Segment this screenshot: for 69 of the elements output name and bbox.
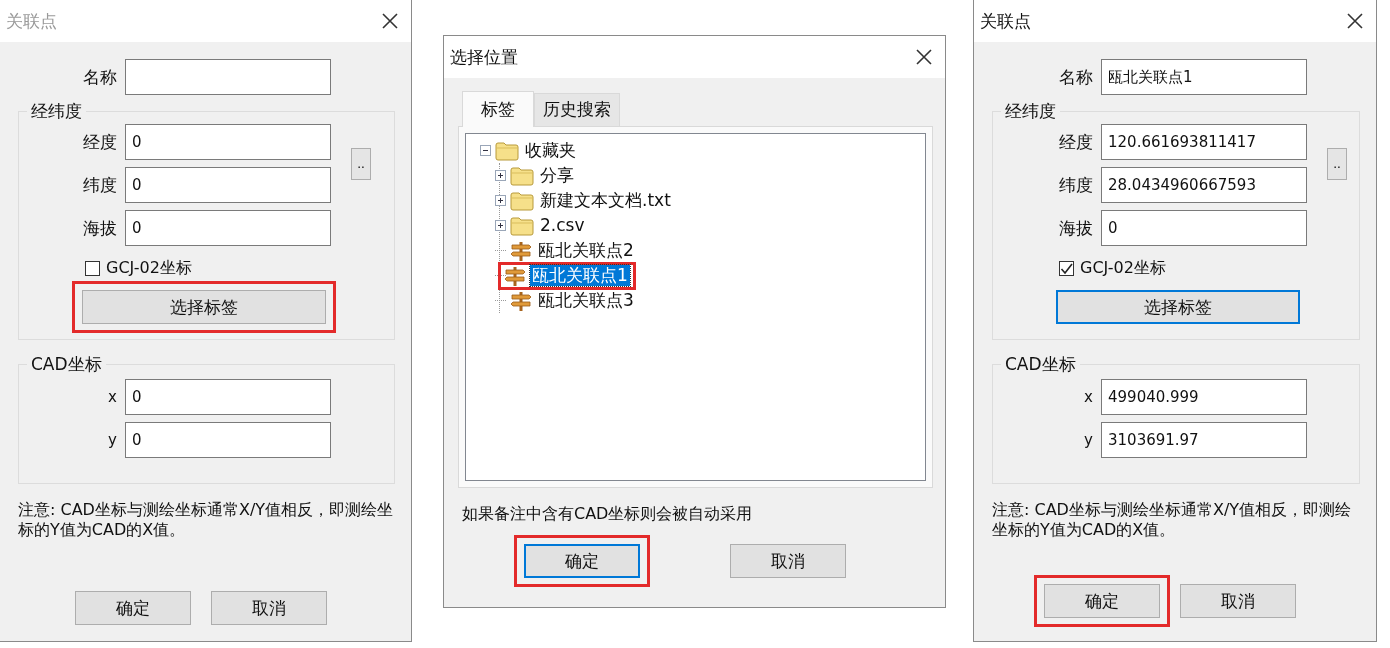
dialog-button[interactable]: 确定 xyxy=(1044,584,1160,618)
text-field[interactable]: 0 xyxy=(125,124,331,160)
close-button[interactable] xyxy=(381,12,399,30)
window-title: 关联点 xyxy=(980,9,1031,33)
folder-icon xyxy=(510,215,534,236)
signpost-icon xyxy=(510,239,532,262)
note-text: 如果备注中含有CAD坐标则会被自动采用 xyxy=(462,504,754,525)
checkbox-label: GCJ-02坐标 xyxy=(106,258,192,279)
note-text: 注意: CAD坐标与测绘坐标通常X/Y值相反，即测绘坐标的Y值为CAD的X值。 xyxy=(18,500,395,540)
tree-item[interactable]: 瓯北关联点1 xyxy=(530,265,630,286)
field-label: 海拔 xyxy=(82,216,117,240)
field-label: 纬度 xyxy=(1058,173,1093,197)
dialog-button[interactable]: 确定 xyxy=(524,544,640,578)
close-button[interactable] xyxy=(1346,12,1364,30)
folder-icon xyxy=(495,140,519,161)
text-field[interactable] xyxy=(125,59,331,95)
checkbox[interactable] xyxy=(1059,261,1074,276)
window-title: 关联点 xyxy=(6,9,57,33)
folder-icon xyxy=(510,190,534,211)
tree-item[interactable]: 2.csv xyxy=(538,215,587,236)
dialog-button[interactable]: 取消 xyxy=(1180,584,1296,618)
tab[interactable]: 历史搜索 xyxy=(534,93,620,126)
dialog-button[interactable]: 取消 xyxy=(730,544,846,578)
tree-item[interactable]: 瓯北关联点2 xyxy=(536,240,636,261)
checkbox-label: GCJ-02坐标 xyxy=(1080,258,1166,279)
tree-item[interactable]: 分享 xyxy=(538,165,576,186)
text-field[interactable]: 0 xyxy=(1101,210,1307,246)
folder-icon xyxy=(510,165,534,186)
text-field[interactable]: 0 xyxy=(125,210,331,246)
tree-item[interactable]: 收藏夹 xyxy=(523,140,578,161)
dialog-button[interactable]: 取消 xyxy=(210,591,327,625)
text-field[interactable]: 0 xyxy=(125,167,331,203)
tree-item[interactable]: 新建文本文档.txt xyxy=(538,190,673,211)
field-label: 名称 xyxy=(1058,65,1093,89)
note-text: 注意: CAD坐标与测绘坐标通常X/Y值相反，即测绘坐标的Y值为CAD的X值。 xyxy=(992,500,1353,540)
tab[interactable]: 标签 xyxy=(462,91,534,127)
field-label: 名称 xyxy=(82,65,117,89)
tree-item[interactable]: 瓯北关联点3 xyxy=(536,290,636,311)
dialog-button[interactable]: 选择标签 xyxy=(1056,290,1300,324)
text-field[interactable]: 120.661693811417 xyxy=(1101,124,1307,160)
dialog-button[interactable]: 确定 xyxy=(74,591,191,625)
close-button[interactable] xyxy=(915,48,933,66)
field-label: x xyxy=(1083,388,1093,406)
check-icon xyxy=(1060,262,1073,275)
window-title: 选择位置 xyxy=(450,45,518,69)
group-label: CAD坐标 xyxy=(27,353,106,376)
field-label: y xyxy=(1083,431,1093,449)
checkbox[interactable] xyxy=(85,261,100,276)
field-label: 经度 xyxy=(82,130,117,154)
text-field[interactable]: 3103691.97 xyxy=(1101,422,1307,458)
text-field[interactable]: 0 xyxy=(125,422,331,458)
field-label: x xyxy=(107,388,117,406)
close-icon xyxy=(915,48,933,66)
field-label: 海拔 xyxy=(1058,216,1093,240)
field-label: y xyxy=(107,431,117,449)
browse-button[interactable]: .. xyxy=(1327,147,1347,180)
close-icon xyxy=(1346,12,1364,30)
text-field[interactable]: 瓯北关联点1 xyxy=(1101,59,1307,95)
signpost-icon xyxy=(510,289,532,312)
text-field[interactable]: 499040.999 xyxy=(1101,379,1307,415)
signpost-icon xyxy=(504,264,526,287)
text-field[interactable]: 0 xyxy=(125,379,331,415)
text-field[interactable]: 28.0434960667593 xyxy=(1101,167,1307,203)
close-icon xyxy=(381,12,399,30)
field-label: 经度 xyxy=(1058,130,1093,154)
field-label: 纬度 xyxy=(82,173,117,197)
dialog-button[interactable]: 选择标签 xyxy=(82,290,326,324)
browse-button[interactable]: .. xyxy=(351,147,371,180)
group-label: CAD坐标 xyxy=(1001,353,1080,376)
